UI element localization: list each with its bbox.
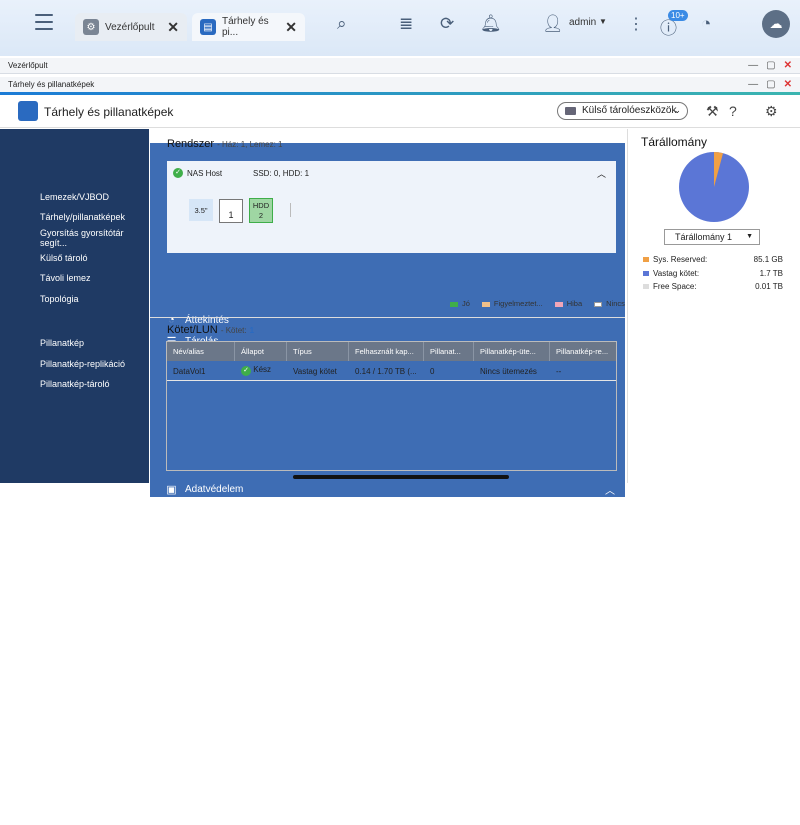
- diagnostic-icon[interactable]: ⚒: [706, 103, 719, 120]
- tab-storage[interactable]: ▤ Tárhely és pi... ✕: [192, 13, 305, 41]
- close-tab-icon[interactable]: ✕: [167, 19, 179, 36]
- col-schedule[interactable]: Pillanatkép-üte...: [474, 342, 550, 361]
- table-row[interactable]: DataVol1 ✓ Kész Vastag kötet 0.14 / 1.70…: [167, 361, 616, 381]
- legend-warning: Figyelmeztet...: [481, 299, 543, 308]
- menu-icon[interactable]: [35, 14, 53, 30]
- app-title: Tárhely és pillanatképek: [44, 105, 174, 119]
- taskbar: ⚙ Vezérlőpult ✕ ▤ Tárhely és pi... ✕ ⌕ ≣…: [0, 0, 800, 56]
- pool-select[interactable]: Tárállomány 1 ▼: [664, 229, 760, 245]
- chevron-down-icon[interactable]: ▼: [599, 17, 607, 26]
- settings-icon[interactable]: ⚙: [765, 103, 778, 120]
- pool-legend-thick-volume: Vastag kötet: 1.7 TB: [643, 269, 783, 278]
- close-icon[interactable]: ✕: [784, 79, 792, 90]
- volumes-table: Név/alias Állapot Típus Felhasznált kap.…: [166, 341, 617, 471]
- sidebar-item-storage-snapshots[interactable]: Tárhely/pillanatképek: [0, 207, 149, 227]
- close-icon[interactable]: ✕: [784, 60, 792, 71]
- nas-host-panel: ✓ NAS Host SSD: 0, HDD: 1 ︿ 3.5" 1 HDD 2: [167, 161, 616, 253]
- main-content: Rendszer - Ház: 1, Lemez: 1 ✓ NAS Host S…: [150, 129, 625, 483]
- pool-legend-free-space: Free Space: 0.01 TB: [643, 282, 783, 291]
- disk-legend: Jó Figyelmeztet... Hiba Nincs: [450, 299, 625, 308]
- help-icon[interactable]: ?: [729, 103, 737, 119]
- chevron-up-icon[interactable]: ︿: [597, 167, 606, 180]
- stack-icon[interactable]: ≣: [399, 14, 413, 34]
- col-status[interactable]: Állapot: [235, 342, 287, 361]
- more-icon[interactable]: ⋮: [628, 14, 644, 34]
- app-logo-icon: [18, 101, 38, 121]
- col-replica[interactable]: Pillanatkép-re...: [550, 342, 616, 361]
- pool-legend-sys-reserved: Sys. Reserved: 85.1 GB: [643, 255, 783, 264]
- cloud-icon[interactable]: ☁: [762, 10, 790, 38]
- sidebar-item-vjbod-cloud[interactable]: ☁ VJBOD Cloud ⇱: [150, 471, 625, 825]
- divider: [150, 317, 625, 318]
- sidebar-item-external[interactable]: Külső tároló: [0, 248, 149, 268]
- storage-icon: ▤: [200, 19, 216, 35]
- maximize-icon[interactable]: ▢: [766, 60, 775, 71]
- legend-error: Hiba: [554, 299, 582, 308]
- divider: [290, 203, 291, 217]
- check-icon: ✓: [173, 168, 183, 178]
- pool-pie-chart: [679, 152, 749, 222]
- chevron-down-icon: ▼: [746, 233, 753, 240]
- close-tab-icon[interactable]: ✕: [285, 19, 297, 36]
- volumes-header: Kötet/LUN - Kötet: 1: [167, 324, 255, 336]
- sidebar-item-remote-disk[interactable]: Távoli lemez: [0, 268, 149, 288]
- user-name[interactable]: admin: [569, 17, 596, 28]
- check-icon: ✓: [241, 366, 251, 376]
- sidebar-item-snapshot-replica[interactable]: Pillanatkép-replikáció: [0, 354, 149, 374]
- disk-slot-empty[interactable]: 1: [219, 199, 243, 223]
- sidebar-item-snapshot-vault[interactable]: Pillanatkép-tároló: [0, 374, 149, 394]
- sidebar-item-snapshot[interactable]: Pillanatkép: [0, 333, 149, 353]
- col-name[interactable]: Név/alias: [167, 342, 235, 361]
- minimize-icon[interactable]: —: [748, 79, 758, 90]
- gear-icon: ⚙: [83, 19, 99, 35]
- pool-title: Tárállomány: [641, 135, 708, 149]
- chevron-down-icon: ⌄: [673, 105, 681, 115]
- maximize-icon[interactable]: ▢: [766, 79, 775, 90]
- vjbod-icon: ☁: [166, 642, 177, 655]
- sidebar: ◔ Áttekintés ☰ Tárolás ︿ Lemezek/VJBOD T…: [0, 129, 625, 655]
- nas-host-label: NAS Host: [187, 169, 223, 178]
- pool-panel: Tárállomány Tárállomány 1 ▼ Sys. Reserve…: [627, 129, 800, 483]
- bell-icon[interactable]: 🔔︎: [480, 14, 502, 34]
- table-header: Név/alias Állapot Típus Felhasznált kap.…: [167, 342, 616, 361]
- col-used[interactable]: Felhasznált kap...: [349, 342, 424, 361]
- app-header: Tárhely és pillanatképek Külső tárolóesz…: [0, 95, 800, 128]
- col-snapshots[interactable]: Pillanat...: [424, 342, 474, 361]
- legend-none: Nincs: [594, 299, 625, 308]
- user-icon[interactable]: 👤︎: [542, 14, 564, 34]
- system-header: Rendszer - Ház: 1, Lemez: 1: [167, 138, 283, 150]
- notification-badge: 10+: [668, 10, 688, 21]
- search-icon[interactable]: ⌕: [337, 14, 347, 34]
- col-type[interactable]: Típus: [287, 342, 349, 361]
- sync-icon[interactable]: ⟳: [440, 14, 454, 34]
- disk-summary: SSD: 0, HDD: 1: [253, 169, 310, 178]
- sidebar-item-topology[interactable]: Topológia: [0, 289, 149, 309]
- legend-good: Jó: [450, 299, 470, 308]
- drive-icon: [565, 107, 576, 115]
- external-devices-button[interactable]: Külső tárolóeszközök ⌄: [557, 102, 688, 120]
- minimize-icon[interactable]: —: [748, 60, 758, 71]
- gauge-icon[interactable]: ◔: [701, 14, 711, 34]
- window-control-panel: Vezérlőpult — ▢ ✕: [0, 58, 800, 74]
- home-indicator: [293, 475, 509, 479]
- window-storage: Tárhely és pillanatképek — ▢ ✕: [0, 77, 800, 92]
- form-factor-badge: 3.5": [189, 199, 213, 221]
- disk-slot-hdd[interactable]: HDD 2: [249, 198, 273, 223]
- sidebar-item-cache[interactable]: Gyorsítás gyorsítótár segít...: [0, 228, 149, 248]
- external-link-icon: ⇱: [608, 642, 617, 654]
- tab-control-panel[interactable]: ⚙ Vezérlőpult ✕: [75, 13, 187, 41]
- sidebar-item-disks[interactable]: Lemezek/VJBOD: [0, 187, 149, 207]
